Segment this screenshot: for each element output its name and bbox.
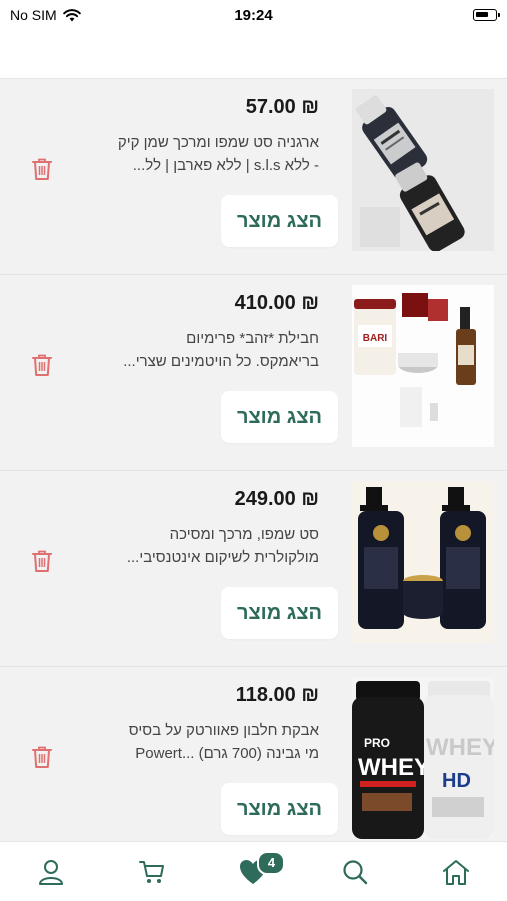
view-product-button[interactable]: הצג מוצר	[221, 783, 338, 835]
trash-icon[interactable]	[31, 745, 53, 769]
product-description: סט שמפו, מרכך ומסיכה מולקולרית לשיקום אי…	[94, 523, 319, 569]
product-image[interactable]	[352, 481, 494, 643]
brand-text: PRO	[364, 736, 390, 750]
product-description-line: חבילת *זהב* פרימיום	[186, 330, 319, 347]
product-description-line: מולקולרית לשיקום אינטנסיבי...	[126, 549, 319, 566]
product-description-line: סט שמפו, מרכך ומסיכה	[169, 526, 319, 543]
product-price: ₪ 410.00	[234, 292, 319, 314]
product-price: ₪ 118.00	[235, 684, 319, 706]
product-price: ₪ 57.00	[245, 96, 319, 118]
trash-icon[interactable]	[31, 549, 53, 573]
view-product-button[interactable]: הצג מוצר	[221, 195, 338, 247]
product-image[interactable]: PRO WHEY WHEY HD	[352, 677, 494, 839]
tab-search[interactable]	[325, 847, 385, 897]
product-price: ₪ 249.00	[234, 488, 319, 510]
product-description-line: בריאמקס. כל הויטמינים שצרי...	[123, 353, 319, 370]
user-icon	[38, 859, 63, 885]
product-description-line: אבקת חלבון פאוורטק על בסיס	[128, 722, 319, 739]
battery-icon	[473, 9, 500, 21]
product-image[interactable]: BARI	[352, 285, 494, 447]
brand-text: WHEY	[426, 734, 494, 761]
product-description: אבקת חלבון פאוורטק על בסיס מי גבינה (700…	[94, 719, 319, 765]
brand-text: HD	[442, 770, 471, 792]
list-item: BARI ₪ 410.00 חבילת *זהב* פרימיום בריאמק…	[0, 275, 507, 471]
tab-favorites[interactable]: 4	[223, 847, 286, 897]
wifi-icon	[62, 8, 81, 21]
list-item: PRO WHEY WHEY HD ₪ 118.00 אבקת חלבון פאו…	[0, 667, 507, 841]
favorites-count-badge: 4	[257, 850, 286, 875]
view-product-button[interactable]: הצג מוצר	[221, 391, 338, 443]
trash-icon[interactable]	[31, 353, 53, 377]
home-icon	[443, 859, 470, 885]
brand-text: BARI	[363, 333, 388, 344]
view-product-button[interactable]: הצג מוצר	[221, 587, 338, 639]
bottom-tab-bar: 4	[0, 841, 507, 901]
favorites-list[interactable]: ₪ 57.00 ארגניה סט שמפו ומרכך שמן קיק - ל…	[0, 79, 507, 841]
header-bar	[0, 30, 507, 79]
tab-home[interactable]	[426, 847, 486, 897]
list-item: ₪ 249.00 סט שמפו, מרכך ומסיכה מולקולרית …	[0, 471, 507, 667]
tab-cart[interactable]	[122, 847, 182, 897]
cart-icon	[139, 860, 165, 883]
tab-profile[interactable]	[21, 847, 81, 897]
product-image[interactable]	[352, 89, 494, 251]
product-description: חבילת *זהב* פרימיום בריאמקס. כל הויטמיני…	[94, 327, 319, 373]
product-description-line: מי גבינה (700 גרם) ...Powert	[135, 745, 319, 762]
product-description-line: ארגניה סט שמפו ומרכך שמן קיק	[117, 134, 319, 151]
status-bar: No SIM 19:24	[0, 0, 507, 30]
product-description: ארגניה סט שמפו ומרכך שמן קיק - ללא s.l.s…	[94, 131, 319, 177]
trash-icon[interactable]	[31, 157, 53, 181]
carrier-label: No SIM	[10, 7, 57, 23]
brand-text: WHEY	[358, 754, 430, 781]
list-item: ₪ 57.00 ארגניה סט שמפו ומרכך שמן קיק - ל…	[0, 79, 507, 275]
product-description-line: - ללא s.l.s | ללא פארבן | לל...	[132, 157, 319, 174]
search-icon	[343, 859, 368, 884]
